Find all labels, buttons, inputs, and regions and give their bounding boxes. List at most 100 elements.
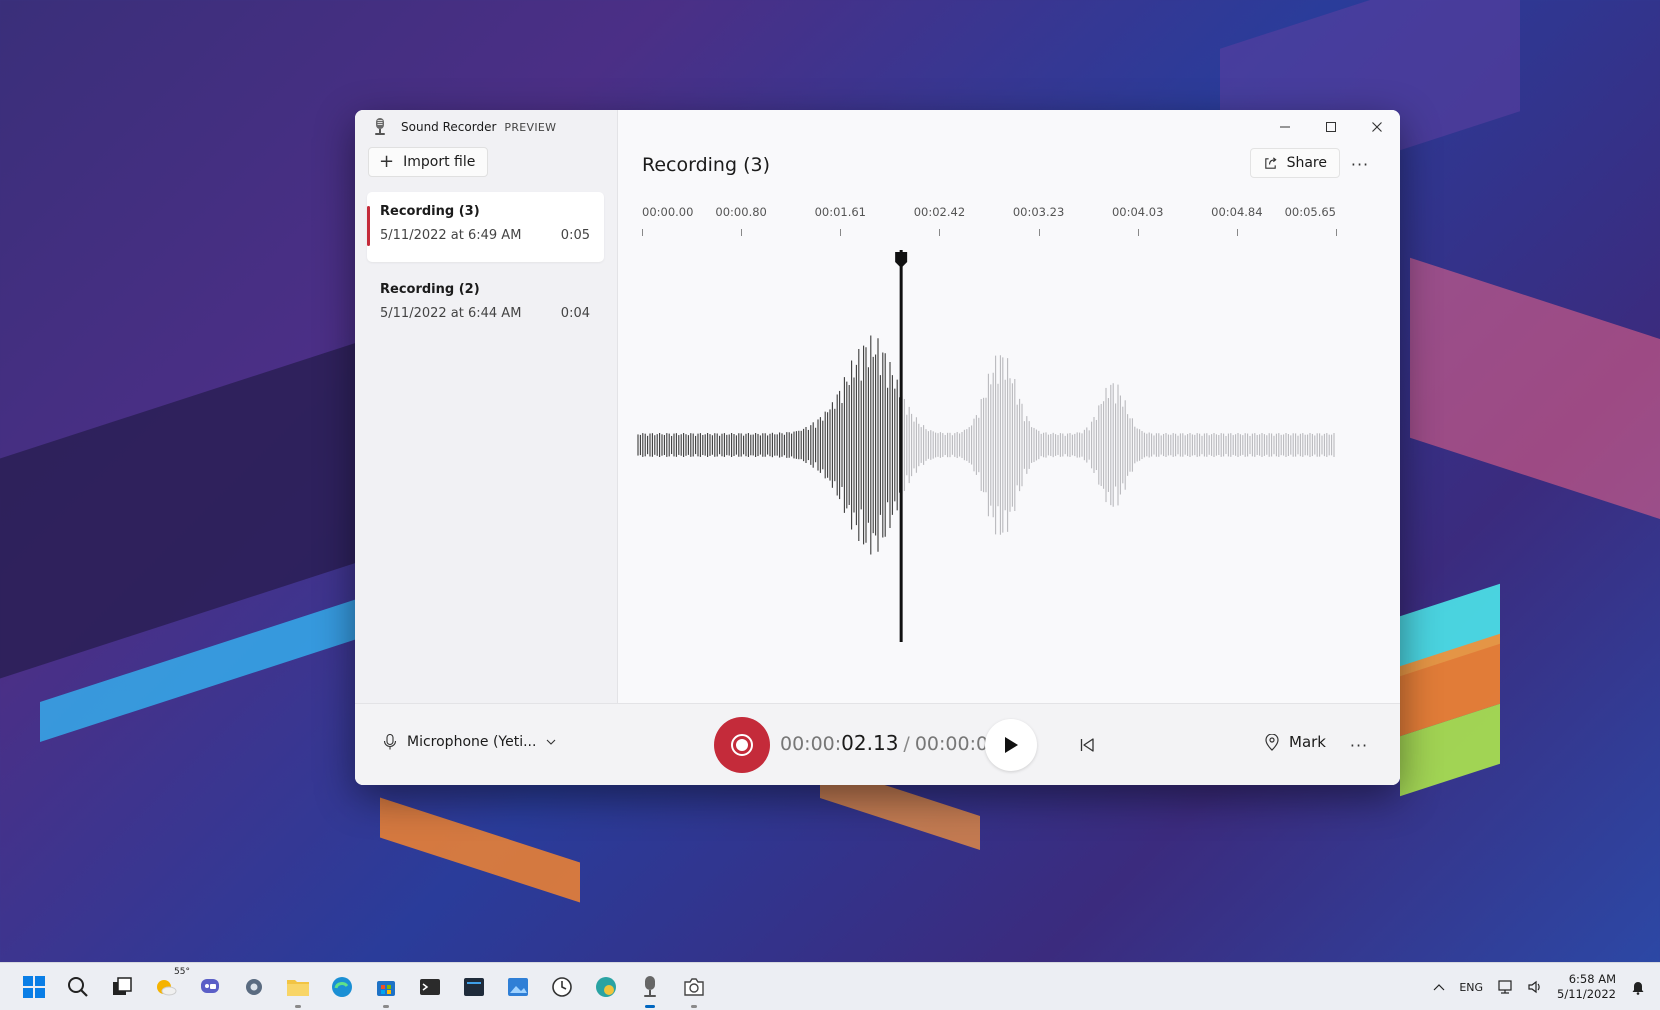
more-playback-options-button[interactable]: ··· [1345, 733, 1373, 757]
import-file-label: Import file [403, 154, 476, 170]
camera-icon [684, 978, 704, 996]
notification-icon[interactable] [1630, 979, 1646, 995]
chat-icon [201, 979, 219, 993]
recording-list-item[interactable]: Recording (3) 5/11/2022 at 6:49 AM 0:05 [367, 192, 604, 262]
import-file-button[interactable]: + Import file [368, 147, 489, 177]
timeline-tick-label: 00:00.00 [642, 205, 694, 219]
recording-date: 5/11/2022 at 6:44 AM [380, 306, 522, 321]
app-title: Sound Recorder [401, 120, 497, 134]
playhead-handle[interactable] [895, 252, 908, 268]
mark-label: Mark [1289, 733, 1326, 751]
waveform[interactable] [618, 250, 1400, 670]
edge-icon [332, 977, 352, 997]
window-body: Sound Recorder PREVIEW + Import file Rec… [355, 110, 1400, 703]
timeline-tick-label: 00:04.84 [1211, 205, 1263, 219]
share-button[interactable]: Share [1249, 148, 1340, 178]
clock-time: 6:58 AM [1568, 972, 1616, 986]
preview-badge: PREVIEW [504, 120, 557, 134]
recording-duration: 0:04 [560, 306, 590, 321]
timeline-tick-label: 00:04.03 [1111, 205, 1164, 219]
skip-to-start-button[interactable] [1073, 731, 1101, 759]
wallpaper-block [1410, 257, 1660, 523]
timeline-tick-mark [840, 229, 842, 236]
maximize-button[interactable] [1308, 110, 1354, 144]
photos-icon [508, 978, 528, 996]
more-options-button[interactable]: ··· [1346, 150, 1374, 178]
edge-button[interactable] [326, 971, 358, 1003]
close-button[interactable] [1354, 110, 1400, 144]
playback-bar: Microphone (Yeti... 00:00:02.13/00:00:05… [355, 703, 1400, 785]
file-explorer-button[interactable] [282, 971, 314, 1008]
timeline-tick-label: 00:03.23 [1012, 205, 1065, 219]
current-time: 02.13 [841, 731, 899, 755]
timeline-tick-mark [1236, 229, 1238, 236]
timeline-ruler[interactable]: 00:00.00 00:00.80 00:01.61 00:02.42 00:03.23… [618, 205, 1400, 255]
sidebar: Sound Recorder PREVIEW + Import file Rec… [355, 110, 618, 703]
recording-duration: 0:05 [560, 228, 590, 243]
plus-icon: + [379, 151, 395, 172]
taskbar: 55° ENG 6:58 AM 5/11/2022 [0, 962, 1660, 1010]
microphone-selector[interactable]: Microphone (Yeti... [383, 734, 556, 750]
network-icon[interactable] [1497, 979, 1513, 995]
recording-name: Recording (2) [380, 282, 480, 297]
timeline-tick-mark [1336, 229, 1337, 236]
search-icon [68, 977, 88, 997]
chevron-up-icon[interactable] [1433, 983, 1445, 991]
taskbar-apps: 55° [18, 963, 710, 1010]
time-prefix: 00:00: [780, 733, 842, 755]
timeline-tick-mark [939, 229, 941, 236]
chevron-down-icon [547, 739, 556, 745]
playback-time: 00:00:02.13/00:00:05 [780, 731, 1000, 755]
minimize-icon [1280, 126, 1290, 128]
camera-button[interactable] [678, 971, 710, 1008]
timeline-tick-mark [1137, 229, 1139, 236]
share-label: Share [1286, 155, 1327, 171]
timeline-tick-label: 00:05.65 [1284, 205, 1336, 219]
store-button[interactable] [370, 971, 402, 1008]
clock-date: 5/11/2022 [1557, 987, 1616, 1001]
volume-icon[interactable] [1527, 979, 1543, 995]
record-button[interactable] [714, 717, 770, 773]
timeline-tick-label: 00:00.80 [715, 205, 767, 219]
mark-button[interactable]: Mark [1265, 733, 1326, 751]
timeline-tick-mark [741, 229, 743, 236]
widgets-button[interactable]: 55° [150, 967, 190, 1003]
sound-recorder-taskbar-button[interactable] [634, 971, 666, 1008]
minimize-button[interactable] [1262, 110, 1308, 144]
skip-back-icon [1080, 738, 1094, 752]
recording-title: Recording (3) [642, 154, 770, 176]
app-button[interactable] [458, 971, 490, 1003]
timeline-tick-label: 00:01.61 [814, 205, 866, 219]
chat-button[interactable] [194, 971, 226, 1003]
recording-name: Recording (3) [380, 204, 480, 219]
weather-temperature: 55° [174, 967, 190, 977]
taskbar-clock[interactable]: 6:58 AM 5/11/2022 [1557, 972, 1616, 1002]
timeline-tick-mark [642, 229, 643, 236]
recording-list-item[interactable]: Recording (2) 5/11/2022 at 6:44 AM 0:04 [367, 270, 604, 340]
play-button[interactable] [985, 719, 1037, 771]
clock-button[interactable] [546, 971, 578, 1003]
settings-button[interactable] [238, 971, 270, 1003]
timeline-tick-mark [1038, 229, 1040, 236]
timeline-tick-label: 00:02.42 [913, 205, 966, 219]
close-icon [1372, 122, 1382, 132]
photos-button[interactable] [502, 971, 534, 1003]
task-view-button[interactable] [106, 971, 138, 1003]
terminal-button[interactable] [414, 971, 446, 1003]
sound-recorder-icon [644, 976, 656, 997]
selection-indicator [367, 206, 370, 246]
play-icon [1005, 737, 1018, 753]
start-button[interactable] [18, 971, 50, 1003]
record-icon [731, 734, 753, 756]
clock-icon [552, 977, 572, 997]
edge-canary-icon [596, 977, 616, 997]
window-controls [1262, 110, 1400, 144]
wallpaper-block [380, 797, 580, 903]
time-separator: / [903, 733, 910, 755]
language-indicator[interactable]: ENG [1459, 981, 1483, 994]
weather-icon [157, 980, 177, 996]
start-icon [23, 976, 45, 998]
search-button[interactable] [62, 971, 94, 1003]
edge-canary-button[interactable] [590, 971, 622, 1003]
main-pane: Recording (3) Share ··· 00:00.00 00:00.80… [618, 110, 1400, 703]
